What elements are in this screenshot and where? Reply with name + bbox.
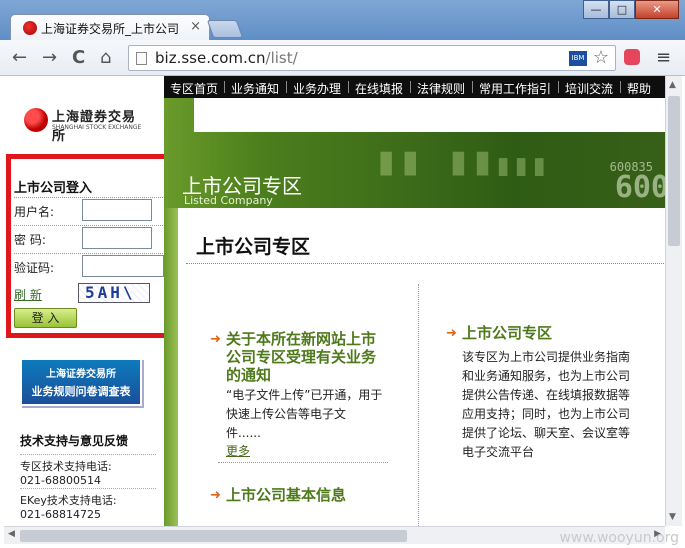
support-phone: 021-68814725 [20,508,101,521]
scroll-up-icon[interactable]: ▲ [669,80,676,90]
sse-logo-icon [24,108,48,132]
banner-decoration: ▮▮ ▮▮ [374,138,495,184]
arrow-bullet-icon: ➜ [446,326,457,341]
browser-titlebar: 上海证券交易所_上市公司 × — □ ✕ [0,0,685,41]
username-input[interactable] [82,199,152,221]
password-label: 密 码: [14,233,46,247]
extension-icon[interactable] [624,49,640,65]
nav-item-home[interactable]: 专区首页 [170,80,218,97]
nav-item-training[interactable]: 培训交流 [565,80,613,97]
company-info-title[interactable]: 上市公司基本信息 [226,486,346,504]
menu-icon[interactable]: ≡ [656,47,671,68]
password-row: 密 码: [14,225,169,249]
scroll-down-icon[interactable]: ▼ [669,512,676,522]
nav-divider [348,81,349,93]
reload-icon[interactable]: C [72,48,85,68]
window-controls: — □ ✕ [583,0,679,19]
logo-en: SHANGHAI STOCK EXCHANGE [52,124,142,131]
notice-body: “电子文件上传”已开通，用于 快速上传公告等电子文 件...... [226,388,383,440]
browser-tab[interactable]: 上海证券交易所_上市公司 × [10,14,210,41]
captcha-input[interactable] [82,255,164,277]
login-panel: 上市公司登入 用户名: 密 码: 验证码: 刷 新 5AH\ 登 入 [6,154,172,338]
nav-item-online-filing[interactable]: 在线填报 [355,80,403,97]
header-banner: ▮▮ ▮▮ ▮▮▮ 上市公司专区 Listed Company 600835 6… [164,98,665,208]
captcha-label: 验证码: [14,261,55,275]
nav-item-help[interactable]: 帮助 [627,80,651,97]
scroll-left-icon[interactable]: ◀ [8,529,15,539]
tab-title: 上海证券交易所_上市公司 [41,22,180,36]
login-title: 上市公司登入 [14,181,93,196]
left-sidebar: 上海證券交易所 SHANGHAI STOCK EXCHANGE 上市公司登入 用… [4,76,172,526]
top-navigation: 专区首页 业务通知 业务办理 在线填报 法律规则 常用工作指引 培训交流 帮助 [164,76,665,98]
sse-logo[interactable]: 上海證券交易所 SHANGHAI STOCK EXCHANGE [24,106,144,144]
horizontal-scroll-thumb[interactable] [20,530,407,542]
page-viewport: 上海證券交易所 SHANGHAI STOCK EXCHANGE 上市公司登入 用… [4,76,665,526]
support-phone: 021-68800514 [20,474,101,487]
nav-item-rules[interactable]: 法律规则 [417,80,465,97]
nav-divider [558,81,559,93]
username-row: 用户名: [14,197,169,221]
back-arrow-icon[interactable]: ← [12,48,27,68]
minimize-button[interactable]: — [583,0,609,19]
nav-item-guides[interactable]: 常用工作指引 [479,80,551,97]
tab-close-icon[interactable]: × [190,19,201,34]
banner-decoration: ▮▮▮ [494,148,549,183]
page-icon [136,52,147,65]
bookmark-star-icon[interactable]: ☆ [593,47,609,68]
green-strip [164,208,178,526]
arrow-bullet-icon: ➜ [210,488,221,503]
nav-item-notices[interactable]: 业务通知 [231,80,279,97]
sse-favicon-icon [23,21,37,35]
watermark: www.wooyun.org [559,530,679,546]
home-icon[interactable]: ⌂ [100,48,111,68]
ibm-extension-icon[interactable]: IBM [569,51,587,66]
nav-divider [472,81,473,93]
nav-divider [224,81,225,93]
address-bar[interactable]: biz.sse.com.cn/list/ IBM ☆ [128,45,616,71]
survey-banner-line2: 业务规则问卷调查表 [31,385,131,398]
more-link[interactable]: 更多 [226,442,250,459]
captcha-image-row: 刷 新 5AH\ [14,281,169,305]
notice-title[interactable]: 关于本所在新网站上市 公司专区受理有关业务 的通知 [226,330,376,384]
vertical-scrollbar[interactable]: ▲ ▼ [665,76,682,526]
survey-banner-line1: 上海证券交易所 [46,369,116,380]
arrow-bullet-icon: ➜ [210,332,221,347]
nav-divider [620,81,621,93]
nav-divider [410,81,411,93]
column-divider [418,284,419,526]
support-title: 技术支持与意见反馈 [20,434,129,448]
zone-intro-title[interactable]: 上市公司专区 [462,324,552,342]
main-content: 上市公司专区 ➜ 关于本所在新网站上市 公司专区受理有关业务 的通知 “电子文件… [178,208,665,526]
forward-arrow-icon[interactable]: → [42,48,57,68]
captcha-row: 验证码: [14,253,169,277]
nav-divider [286,81,287,93]
close-window-button[interactable]: ✕ [635,0,679,19]
banner-title-en: Listed Company [184,194,273,207]
login-button[interactable]: 登 入 [14,308,77,328]
username-label: 用户名: [14,205,55,219]
page-title: 上市公司专区 [196,236,311,258]
rules-survey-banner[interactable]: 上海证券交易所 业务规则问卷调查表 [20,358,142,406]
new-tab-button[interactable] [206,20,244,38]
password-input[interactable] [82,227,152,249]
divider [186,263,664,264]
vertical-scroll-thumb[interactable] [668,96,680,246]
refresh-captcha-link[interactable]: 刷 新 [14,286,42,303]
zone-intro-body: 该专区为上市公司提供业务指南 和业务通知服务，也为上市公司 提供公告传递、在线填… [462,350,631,459]
maximize-button[interactable]: □ [609,0,635,19]
divider [218,462,388,463]
browser-toolbar: ← → C ⌂ biz.sse.com.cn/list/ IBM ☆ [0,40,685,76]
nav-item-business[interactable]: 业务办理 [293,80,341,97]
banner-top-band [194,98,665,132]
captcha-image[interactable]: 5AH\ [78,283,150,303]
banner-big-number: 600 [614,170,665,205]
url-text[interactable]: biz.sse.com.cn/list/ [155,49,298,67]
